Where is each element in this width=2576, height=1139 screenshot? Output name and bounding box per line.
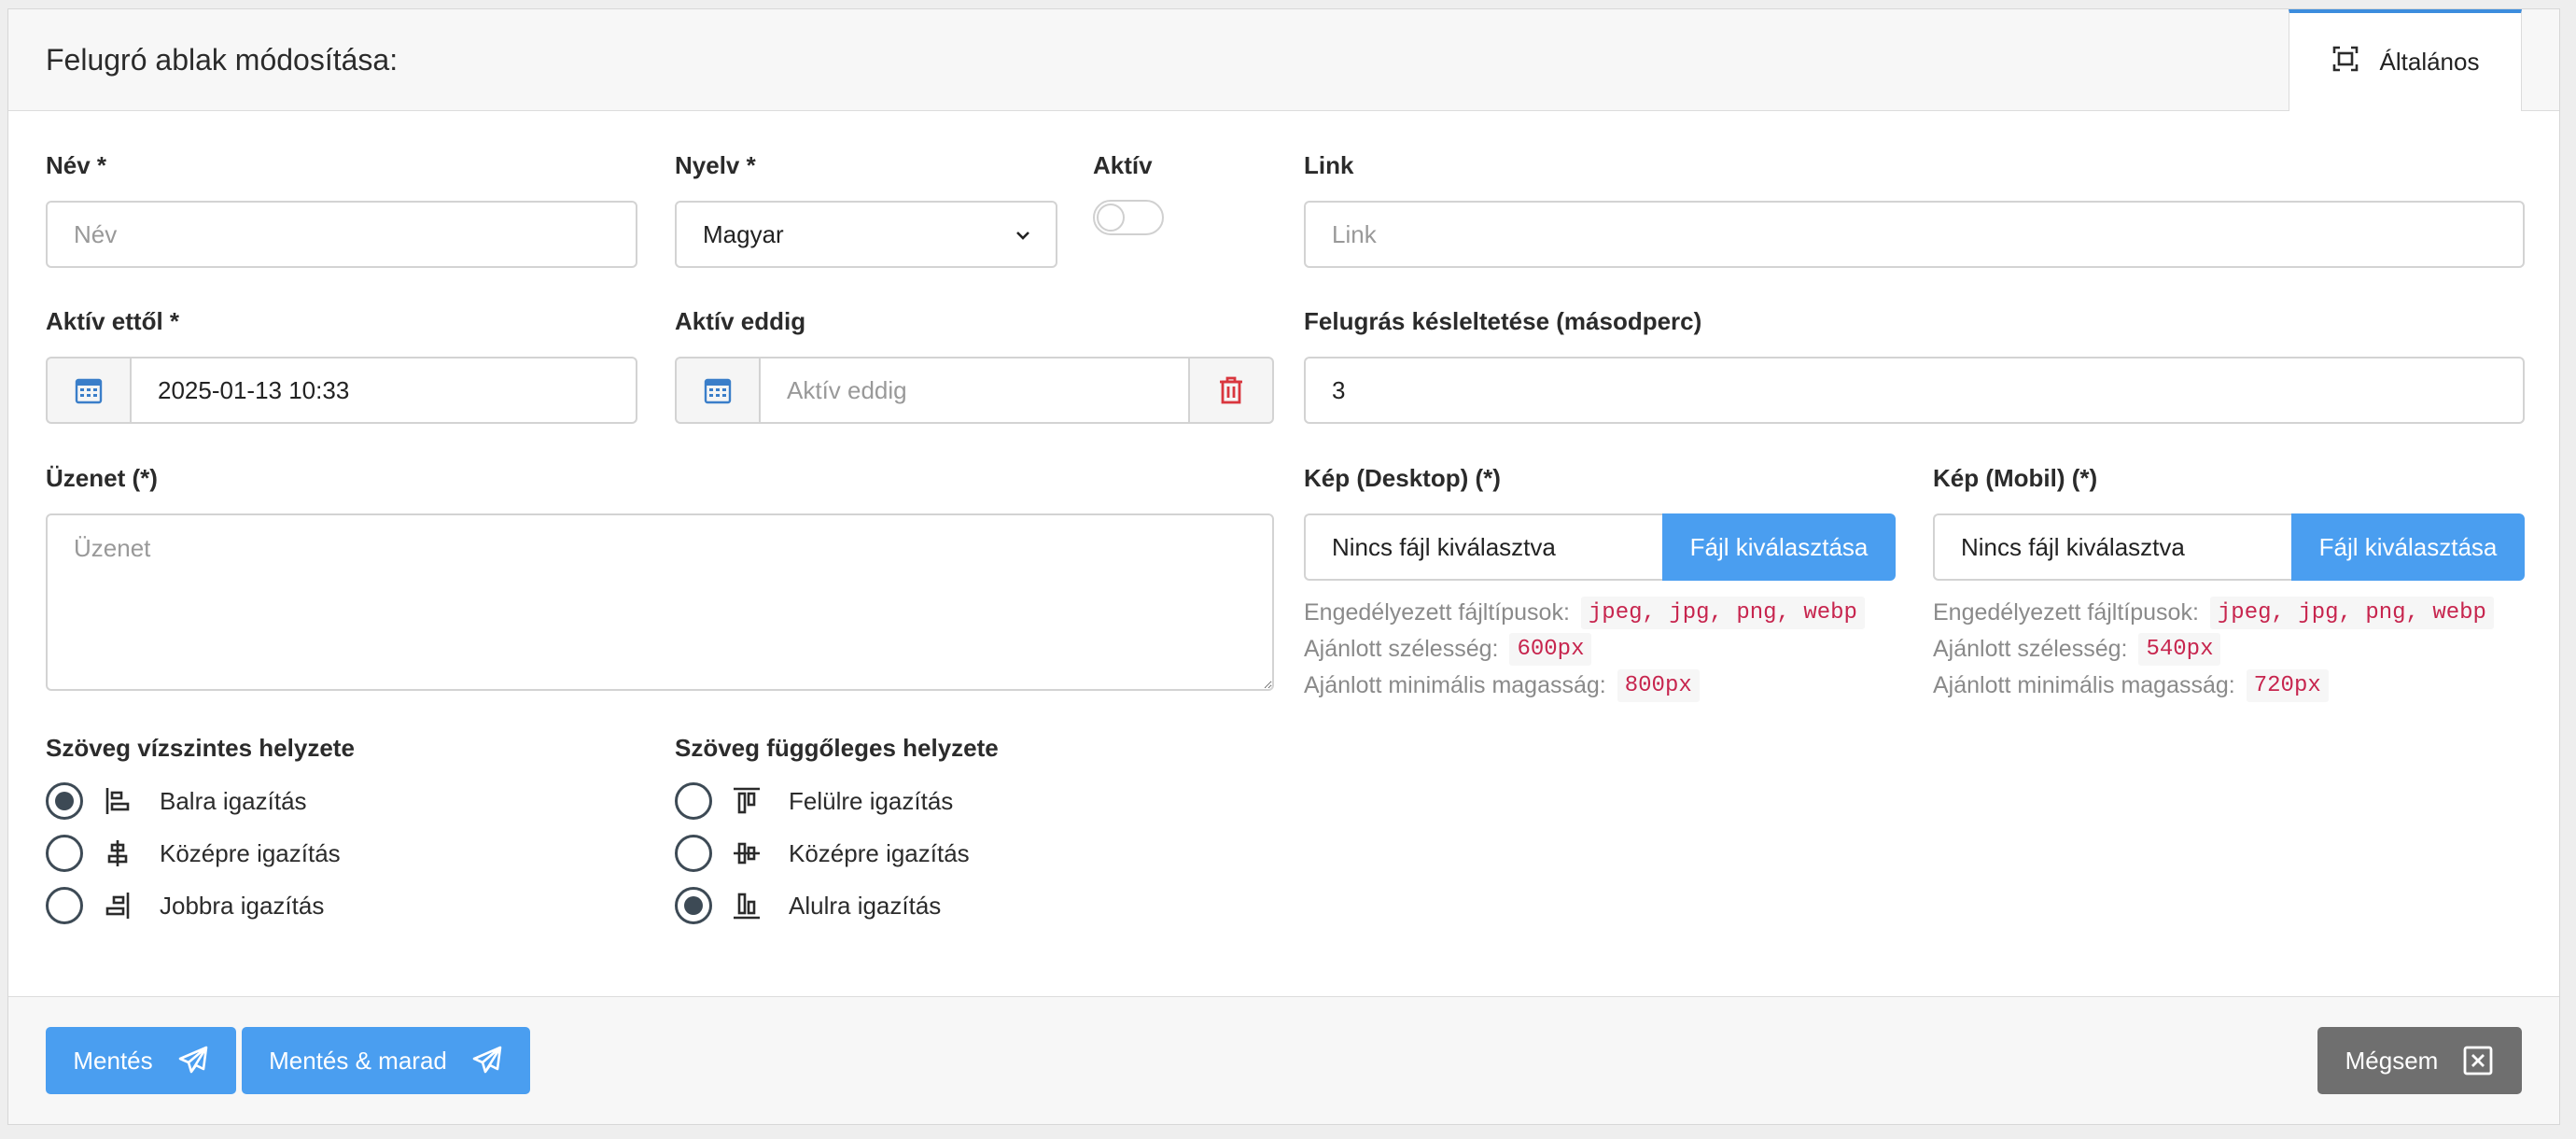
types-value: jpeg, jpg, png, webp	[1580, 597, 1865, 629]
image-mobile-file: Nincs fájl kiválasztva Fájl kiválasztása	[1933, 513, 2525, 581]
option-label: Felülre igazítás	[789, 786, 954, 815]
radio-button[interactable]	[675, 782, 712, 820]
v-align-label: Szöveg függőleges helyzete	[675, 734, 999, 762]
radio-button[interactable]	[675, 887, 712, 924]
image-mobile-label: Kép (Mobil) (*)	[1933, 464, 2098, 492]
align-bottom-icon	[734, 893, 760, 920]
active-until-label: Aktív eddig	[675, 307, 806, 335]
image-desktop-file: Nincs fájl kiválasztva Fájl kiválasztása	[1304, 513, 1896, 581]
align-center-icon	[107, 840, 128, 866]
height-label: Ajánlott minimális magasság:	[1304, 672, 1606, 698]
active-from-input[interactable]: 2025-01-13 10:33	[130, 357, 637, 424]
delay-input[interactable]: 3	[1304, 357, 2525, 424]
active-from-label: Aktív ettől *	[46, 307, 180, 335]
image-desktop-label: Kép (Desktop) (*)	[1304, 464, 1501, 492]
option-label: Középre igazítás	[160, 838, 341, 867]
image-desktop-choose-button[interactable]: Fájl kiválasztása	[1662, 513, 1896, 581]
toggle-knob	[1097, 204, 1125, 232]
save-button-label: Mentés	[73, 1046, 153, 1075]
calendar-icon[interactable]	[46, 357, 130, 424]
radio-button[interactable]	[46, 835, 83, 872]
card-footer: Mentés Mentés & marad Mégsem	[8, 996, 2559, 1124]
option-label: Balra igazítás	[160, 786, 307, 815]
option-label: Jobbra igazítás	[160, 891, 325, 920]
paper-plane-icon	[472, 1046, 502, 1074]
h-align-left-option[interactable]: Balra igazítás	[46, 780, 307, 822]
option-label: Középre igazítás	[789, 838, 970, 867]
save-and-stay-button-label: Mentés & marad	[269, 1046, 447, 1075]
image-desktop-height-hint: Ajánlott minimális magasság: 800px	[1304, 669, 1700, 702]
save-and-stay-button[interactable]: Mentés & marad	[242, 1027, 530, 1094]
types-label: Engedélyezett fájltípusok:	[1933, 599, 2199, 626]
cancel-button-label: Mégsem	[2345, 1046, 2439, 1075]
width-label: Ajánlott szélesség:	[1933, 636, 2128, 662]
radio-button[interactable]	[675, 835, 712, 872]
active-until-group: Aktív eddig	[675, 357, 1274, 424]
link-label: Link	[1304, 151, 1354, 179]
active-toggle[interactable]	[1093, 200, 1164, 235]
image-mobile-types-hint: Engedélyezett fájltípusok: jpeg, jpg, png…	[1933, 597, 2494, 629]
types-value: jpeg, jpg, png, webp	[2209, 597, 2494, 629]
close-box-icon	[2463, 1046, 2493, 1076]
language-label: Nyelv *	[675, 151, 756, 179]
image-desktop-filename: Nincs fájl kiválasztva	[1304, 513, 1662, 581]
v-align-top-option[interactable]: Felülre igazítás	[675, 780, 953, 822]
image-mobile-filename: Nincs fájl kiválasztva	[1933, 513, 2291, 581]
v-align-middle-option[interactable]: Középre igazítás	[675, 833, 970, 874]
image-desktop-types-hint: Engedélyezett fájltípusok: jpeg, jpg, png…	[1304, 597, 1865, 629]
active-until-input[interactable]: Aktív eddig	[759, 357, 1190, 424]
name-input[interactable]	[46, 201, 637, 268]
name-label: Név *	[46, 151, 107, 179]
width-label: Ajánlott szélesség:	[1304, 636, 1499, 662]
message-label: Üzenet (*)	[46, 464, 158, 492]
tab-general[interactable]: Általános	[2289, 9, 2522, 111]
chevron-down-icon	[1016, 232, 1029, 240]
paper-plane-icon	[178, 1046, 207, 1074]
height-value: 800px	[1617, 669, 1700, 702]
active-from-group: 2025-01-13 10:33	[46, 357, 637, 424]
language-select[interactable]: Magyar	[675, 201, 1057, 268]
image-mobile-height-hint: Ajánlott minimális magasság: 720px	[1933, 669, 2329, 702]
card-header: Felugró ablak módosítása: Általános	[8, 9, 2559, 111]
delay-label: Felugrás késleltetése (másodperc)	[1304, 307, 1702, 335]
h-align-right-option[interactable]: Jobbra igazítás	[46, 885, 324, 926]
v-align-bottom-option[interactable]: Alulra igazítás	[675, 885, 941, 926]
types-label: Engedélyezett fájltípusok:	[1304, 599, 1570, 626]
option-label: Alulra igazítás	[789, 891, 942, 920]
image-desktop-width-hint: Ajánlott szélesség: 600px	[1304, 633, 1592, 666]
h-align-label: Szöveg vízszintes helyzete	[46, 734, 355, 762]
trash-icon[interactable]	[1190, 357, 1274, 424]
height-label: Ajánlott minimális magasság:	[1933, 672, 2235, 698]
page-title: Felugró ablak módosítása:	[46, 43, 399, 77]
message-textarea[interactable]	[46, 513, 1274, 691]
link-input[interactable]	[1304, 201, 2525, 268]
width-value: 540px	[2138, 633, 2221, 666]
align-middle-icon	[734, 842, 760, 865]
calendar-icon[interactable]	[675, 357, 759, 424]
expand-icon	[2331, 45, 2359, 79]
align-left-icon	[105, 788, 130, 814]
language-select-value: Magyar	[703, 219, 784, 248]
image-mobile-width-hint: Ajánlott szélesség: 540px	[1933, 633, 2221, 666]
save-button[interactable]: Mentés	[46, 1027, 236, 1094]
height-value: 720px	[2246, 669, 2329, 702]
width-value: 600px	[1509, 633, 1592, 666]
h-align-center-option[interactable]: Középre igazítás	[46, 833, 341, 874]
active-label: Aktív	[1093, 151, 1153, 179]
align-top-icon	[734, 787, 760, 814]
radio-button[interactable]	[46, 887, 83, 924]
radio-button[interactable]	[46, 782, 83, 820]
align-right-icon	[105, 893, 130, 919]
popup-edit-card: Felugró ablak módosítása: Általános Név …	[7, 8, 2560, 1125]
cancel-button[interactable]: Mégsem	[2317, 1027, 2522, 1094]
image-mobile-choose-button[interactable]: Fájl kiválasztása	[2291, 513, 2525, 581]
tab-general-label: Általános	[2379, 48, 2480, 76]
